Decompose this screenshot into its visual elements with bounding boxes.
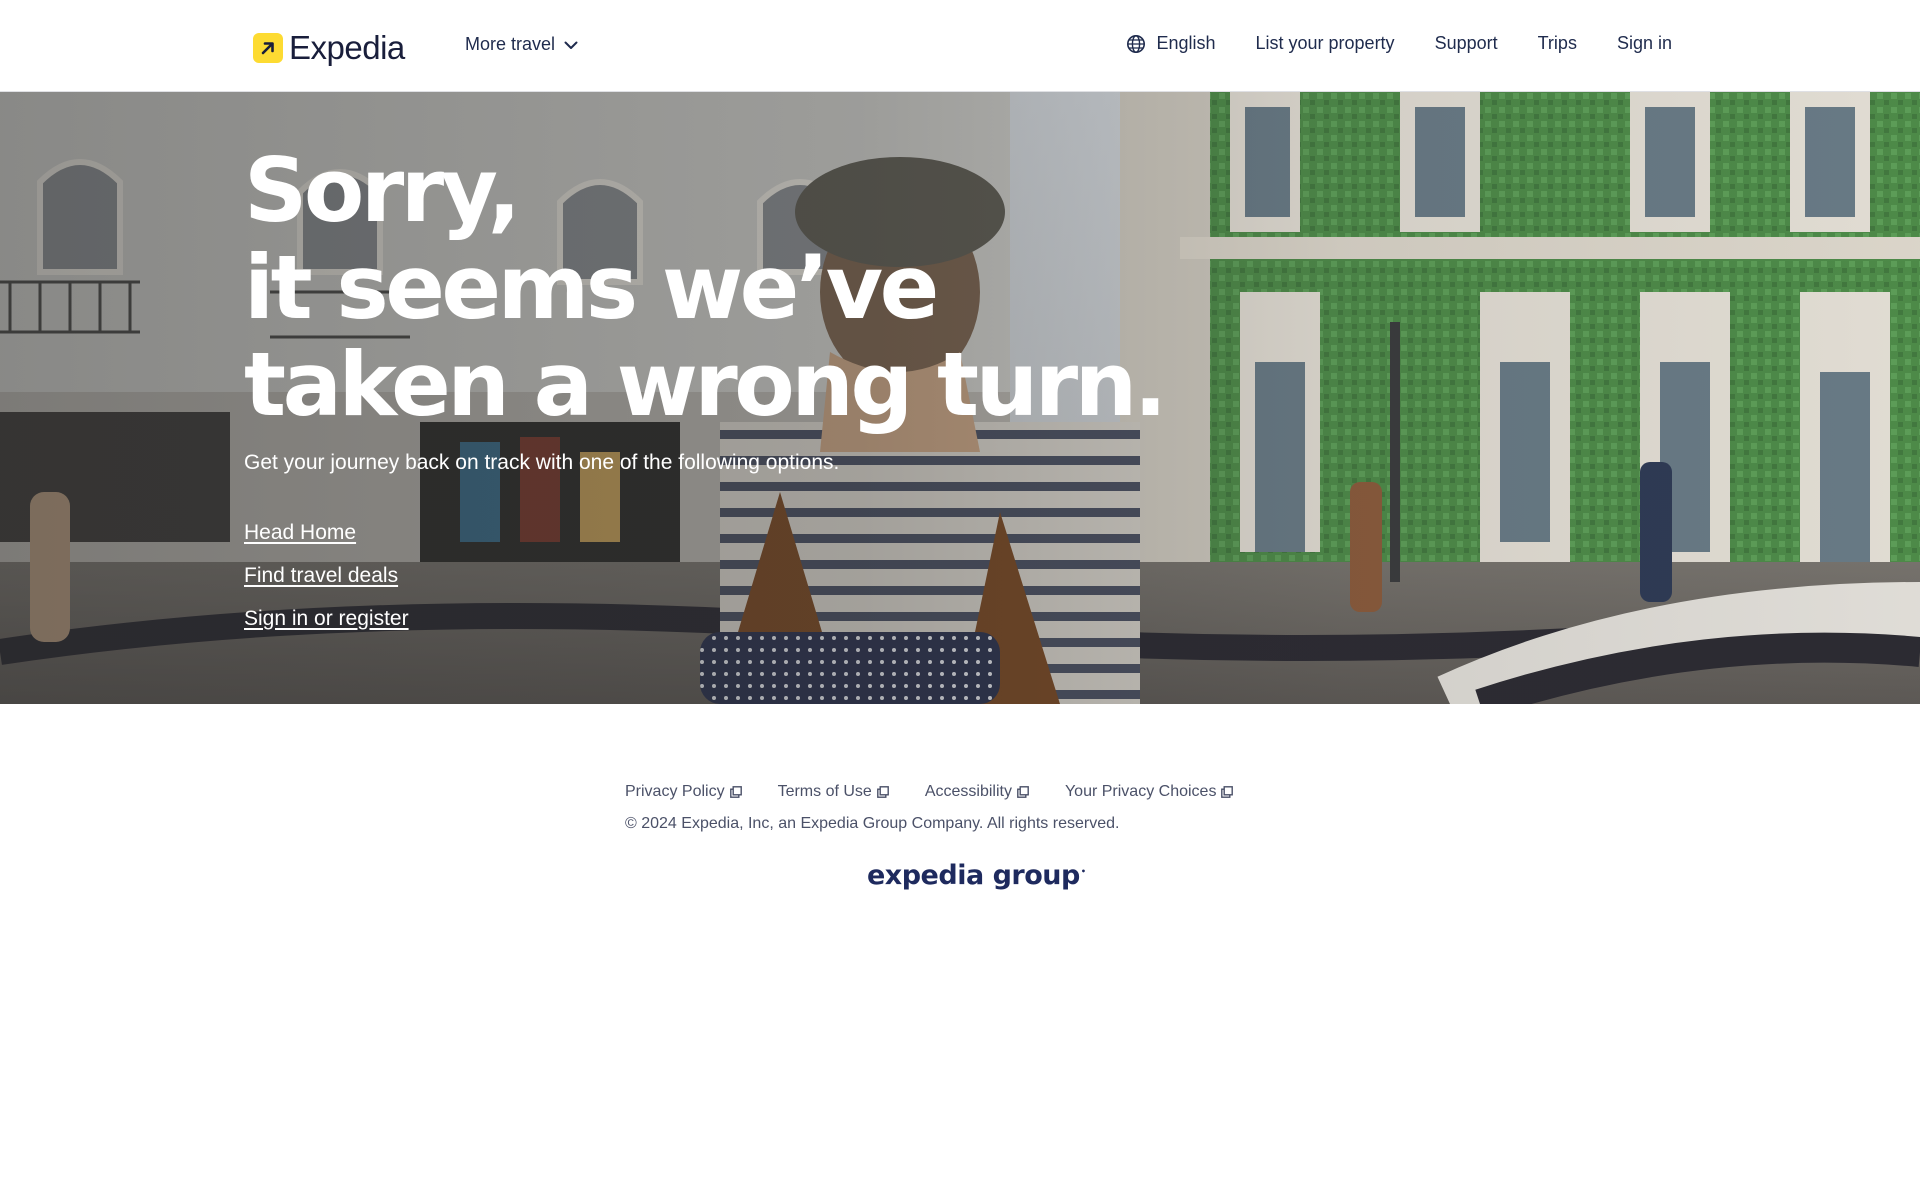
expedia-group-logo[interactable]: expedia group• [867,860,1086,891]
headline-line-2: it seems we’ve [244,236,939,339]
expedia-group-logo-text: expedia group [867,860,1080,891]
more-travel-menu[interactable]: More travel [465,34,579,55]
language-label: English [1156,33,1216,53]
footer-links: Privacy Policy Terms of Use Accessibilit… [625,783,1325,801]
arrow-up-right-icon [253,33,283,63]
support-link[interactable]: Support [1435,33,1498,54]
sign-in-link[interactable]: Sign in [1617,33,1672,54]
hero-content: Sorry, it seems we’ve taken a wrong turn… [244,139,1167,650]
headline-line-1: Sorry, [244,139,521,242]
chevron-down-icon [563,37,579,53]
terms-of-use-link[interactable]: Terms of Use [778,783,889,801]
external-link-icon [876,786,889,798]
hero-section: Sorry, it seems we’ve taken a wrong turn… [0,92,1920,704]
recovery-links: Head Home Find travel deals Sign in or r… [244,521,1164,631]
head-home-link[interactable]: Head Home [244,521,356,545]
error-headline: Sorry, it seems we’ve taken a wrong turn… [244,139,1167,436]
accessibility-label: Accessibility [924,783,1012,800]
trips-link[interactable]: Trips [1538,33,1577,54]
list-property-link[interactable]: List your property [1256,33,1395,54]
sign-in-register-link[interactable]: Sign in or register [244,607,409,631]
more-travel-label: More travel [465,34,556,54]
privacy-choices-link[interactable]: Your Privacy Choices [1064,783,1234,801]
headline-line-3: taken a wrong turn. [244,333,1167,436]
site-header: Expedia More travel English List your pr… [0,0,1920,92]
hero-subtext: Get your journey back on track with one … [244,451,840,474]
accessibility-link[interactable]: Accessibility [925,783,1029,801]
globe-icon [1126,34,1146,54]
privacy-choices-label: Your Privacy Choices [1064,783,1217,800]
header-nav: English List your property Support Trips… [1126,33,1672,54]
external-link-icon [729,786,742,798]
copyright-text: © 2024 Expedia, Inc, an Expedia Group Co… [625,815,1120,832]
privacy-policy-label: Privacy Policy [625,783,725,800]
find-travel-deals-link[interactable]: Find travel deals [244,564,398,588]
logo-dot: • [1080,867,1086,876]
terms-of-use-label: Terms of Use [777,783,872,800]
logo-text: Expedia [289,29,405,66]
expedia-logo[interactable]: Expedia [253,29,405,67]
site-footer: Privacy Policy Terms of Use Accessibilit… [625,783,1325,833]
language-selector[interactable]: English [1126,33,1216,54]
external-link-icon [1017,786,1029,798]
privacy-policy-link[interactable]: Privacy Policy [625,783,742,801]
external-link-icon [1221,786,1234,798]
